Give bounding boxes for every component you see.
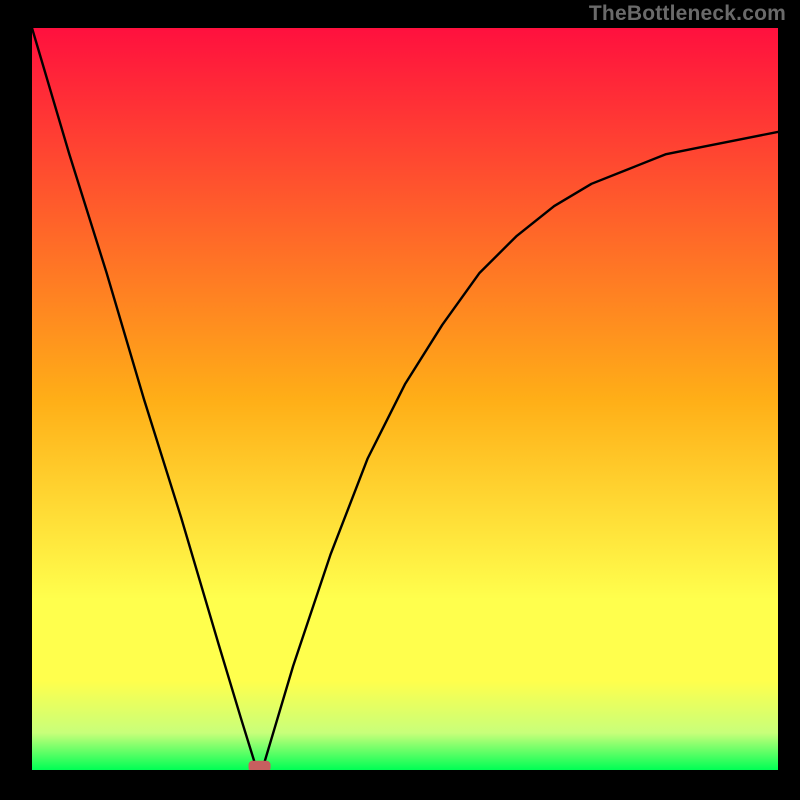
min-point-marker <box>249 761 271 770</box>
chart-frame: TheBottleneck.com <box>0 0 800 800</box>
bottleneck-curve <box>32 28 778 766</box>
plot-area <box>32 28 778 770</box>
curve-layer <box>32 28 778 770</box>
watermark-text: TheBottleneck.com <box>589 2 786 26</box>
